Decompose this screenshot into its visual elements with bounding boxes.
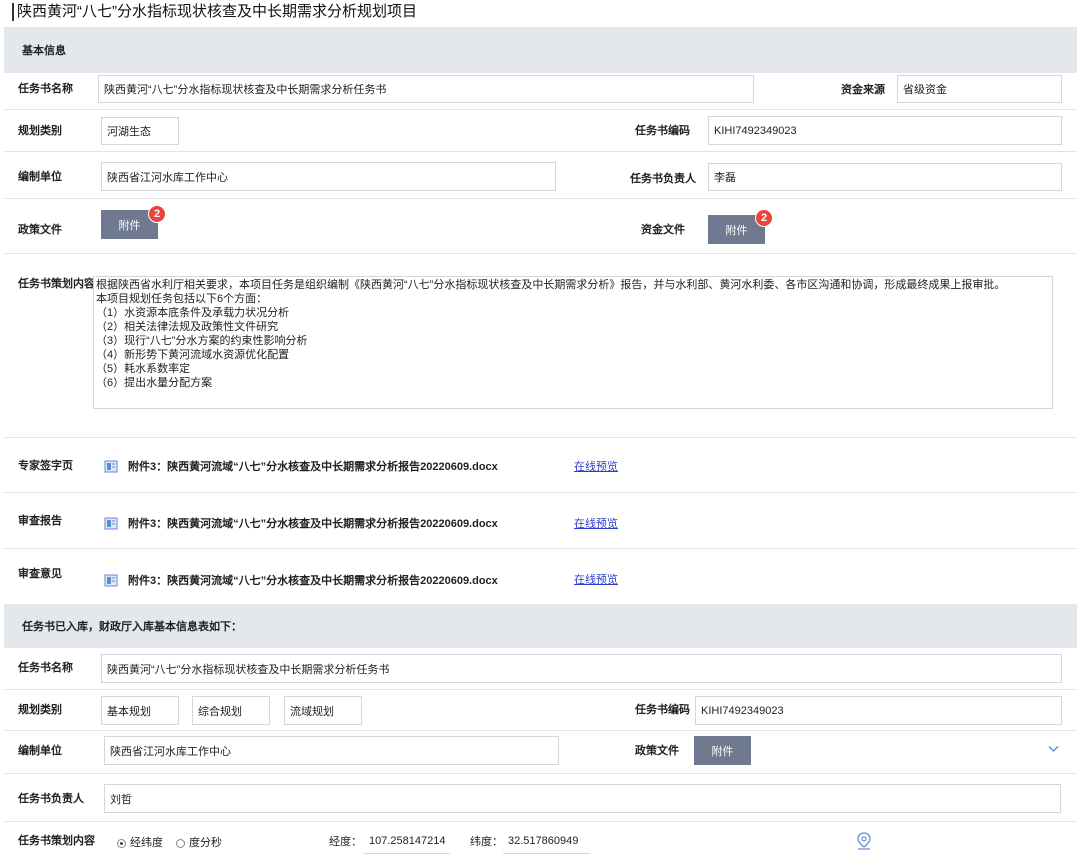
policy-attachment-count-badge: 2 — [148, 205, 166, 223]
chevron-down-icon[interactable] — [1048, 742, 1059, 756]
plan-content-line: （4）新形势下黄河流域水资源优化配置 — [96, 349, 290, 361]
section-stored-info: 任务书已入库，财政厅入库基本信息表如下： — [4, 604, 1077, 648]
review-report-preview-link[interactable]: 在线预览 — [574, 515, 618, 531]
row-divider — [4, 821, 1077, 822]
stored-task-name-field[interactable]: 陕西黄河“八七”分水指标现状核查及中长期需求分析任务书 — [101, 654, 1062, 683]
radio-lnglat-label: 经纬度 — [130, 837, 163, 849]
stored-plan-type-basic[interactable]: 基本规划 — [101, 696, 179, 725]
stored-org-label: 编制单位 — [18, 745, 62, 757]
task-name-field[interactable]: 陕西黄河“八七”分水指标现状核查及中长期需求分析任务书 — [98, 75, 754, 103]
row-divider — [4, 492, 1077, 493]
stored-plan-content-label: 任务书策划内容 — [18, 835, 95, 847]
radio-lnglat-dot[interactable] — [117, 838, 126, 848]
plan-content-line: 本项目规划任务包括以下6个方面： — [96, 293, 268, 305]
location-pin-icon-svg — [857, 832, 871, 850]
chevron-down-icon-svg — [1048, 746, 1059, 752]
stored-plan-type-basin[interactable]: 流域规划 — [284, 696, 362, 725]
document-icon — [104, 460, 118, 472]
task-name-label: 任务书名称 — [18, 83, 73, 95]
document-icon — [104, 574, 118, 586]
stored-task-code-field[interactable]: KIHI7492349023 — [695, 696, 1062, 725]
org-label: 编制单位 — [18, 171, 62, 183]
org-field[interactable]: 陕西省江河水库工作中心 — [101, 162, 556, 191]
plan-type-label: 规划类别 — [18, 125, 62, 137]
plan-type-field[interactable]: 河湖生态 — [101, 117, 179, 145]
section-basic-info-title: 基本信息 — [22, 45, 66, 57]
stored-org-field[interactable]: 陕西省江河水库工作中心 — [104, 736, 559, 765]
owner-label: 任务书负责人 — [630, 173, 696, 185]
row-divider — [4, 151, 1077, 152]
row-divider — [4, 109, 1077, 110]
radio-dms-dot[interactable] — [176, 838, 185, 848]
review-opinion-file-name: 附件3：陕西黄河流域“八七”分水核查及中长期需求分析报告20220609.doc… — [128, 575, 498, 587]
latitude-field[interactable]: 32.517860949 — [503, 829, 590, 854]
stored-policy-attachment-label: 附件 — [711, 745, 734, 758]
plan-content-line: （2）相关法律法规及政策性文件研究 — [96, 321, 279, 333]
row-divider — [4, 730, 1077, 731]
plan-content-line: （5）耗水系数率定 — [96, 363, 191, 375]
page-title: 陕西黄河“八七”分水指标现状核查及中长期需求分析规划项目 — [12, 3, 417, 21]
longitude-field[interactable]: 107.258147214 — [364, 829, 450, 854]
policy-file-label: 政策文件 — [18, 224, 62, 236]
plan-content-line: （1）水资源本底条件及承载力状况分析 — [96, 307, 290, 319]
section-stored-info-title: 任务书已入库，财政厅入库基本信息表如下： — [22, 621, 242, 633]
plan-content-line: （6）提出水量分配方案 — [96, 377, 213, 389]
stored-task-name-label: 任务书名称 — [18, 662, 73, 674]
row-divider — [4, 253, 1077, 254]
stored-task-code-label: 任务书编码 — [635, 704, 690, 716]
stored-owner-field[interactable]: 刘哲 — [104, 784, 1061, 813]
section-basic-info: 基本信息 — [4, 27, 1077, 73]
owner-field[interactable]: 李磊 — [708, 163, 1062, 191]
latitude-label: 纬度： — [470, 836, 503, 848]
review-opinion-preview-link[interactable]: 在线预览 — [574, 571, 618, 587]
row-divider — [4, 198, 1077, 199]
policy-attachment-label: 附件 — [118, 219, 141, 232]
plan-content-line: （3）现行“八七”分水方案的约束性影响分析 — [96, 335, 308, 347]
plan-content-text: 根据陕西省水利厅相关要求，本项目任务是组织编制《陕西黄河“八七”分水指标现状核查… — [96, 278, 1005, 390]
review-report-file-name: 附件3：陕西黄河流域“八七”分水核查及中长期需求分析报告20220609.doc… — [128, 518, 498, 530]
stored-policy-file-label: 政策文件 — [635, 745, 679, 757]
row-divider — [4, 548, 1077, 549]
stored-plan-type-comprehensive[interactable]: 综合规划 — [192, 696, 270, 725]
stored-policy-attachment-button[interactable]: 附件 — [694, 736, 751, 765]
location-pin-icon[interactable] — [856, 832, 872, 853]
expert-signature-label: 专家签字页 — [18, 460, 73, 472]
fund-attachment-count-badge: 2 — [755, 209, 773, 227]
document-icon — [104, 517, 118, 529]
radio-dms-label: 度分秒 — [189, 837, 222, 849]
fund-source-label: 资金来源 — [841, 84, 885, 96]
expert-signature-file[interactable]: 附件3：陕西黄河流域“八七”分水核查及中长期需求分析报告20220609.doc… — [104, 458, 498, 474]
review-report-label: 审查报告 — [18, 515, 62, 527]
plan-content-label: 任务书策划内容 — [18, 278, 95, 290]
expert-signature-preview-link[interactable]: 在线预览 — [574, 458, 618, 474]
review-opinion-label: 审查意见 — [18, 568, 62, 580]
fund-attachment-label: 附件 — [725, 224, 748, 237]
plan-content-line: 根据陕西省水利厅相关要求，本项目任务是组织编制《陕西黄河“八七”分水指标现状核查… — [96, 279, 1006, 291]
task-code-field[interactable]: KIHI7492349023 — [708, 116, 1062, 145]
radio-dms[interactable]: 度分秒 — [176, 836, 222, 850]
radio-lnglat[interactable]: 经纬度 — [117, 836, 163, 850]
review-opinion-file[interactable]: 附件3：陕西黄河流域“八七”分水核查及中长期需求分析报告20220609.doc… — [104, 572, 498, 588]
row-divider — [4, 437, 1077, 438]
task-code-label: 任务书编码 — [635, 125, 690, 137]
row-divider — [4, 689, 1077, 690]
fund-file-label: 资金文件 — [641, 224, 685, 236]
stored-plan-type-label: 规划类别 — [18, 704, 62, 716]
fund-source-field[interactable]: 省级资金 — [897, 75, 1062, 103]
row-divider — [4, 773, 1077, 774]
expert-signature-file-name: 附件3：陕西黄河流域“八七”分水核查及中长期需求分析报告20220609.doc… — [128, 461, 498, 473]
longitude-label: 经度： — [329, 836, 362, 848]
stored-owner-label: 任务书负责人 — [18, 793, 84, 805]
review-report-file[interactable]: 附件3：陕西黄河流域“八七”分水核查及中长期需求分析报告20220609.doc… — [104, 515, 498, 531]
